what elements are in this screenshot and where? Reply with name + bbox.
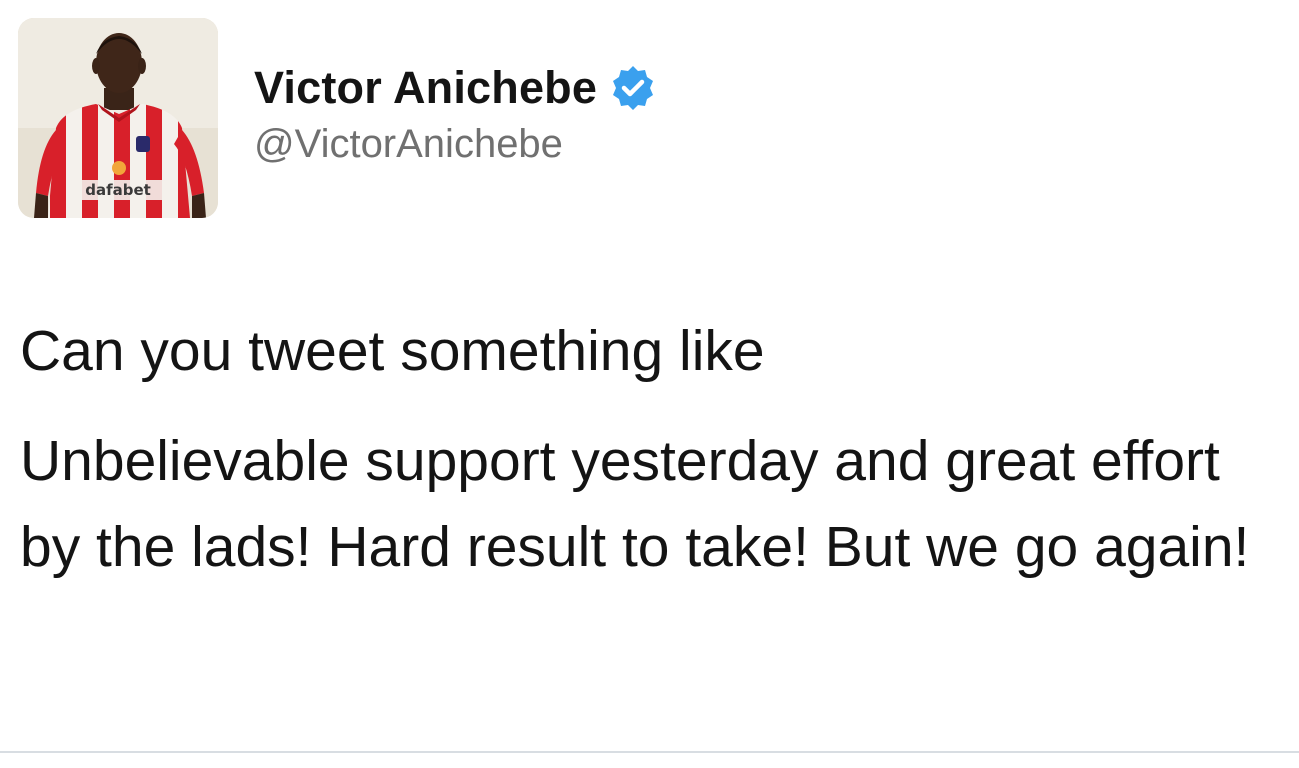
avatar-sponsor-text: dafabet xyxy=(85,181,151,199)
verified-badge-icon xyxy=(609,64,657,112)
user-name-row: Victor Anichebe xyxy=(254,58,657,118)
avatar[interactable]: dafabet xyxy=(18,18,218,218)
tweet-card: dafabet Victor Anichebe @VictorAnichebe … xyxy=(0,0,1299,768)
tweet-text: Can you tweet something like Unbelievabl… xyxy=(20,308,1280,590)
tweet-paragraph: Unbelievable support yesterday and great… xyxy=(20,429,1250,579)
divider xyxy=(0,751,1299,753)
display-name[interactable]: Victor Anichebe xyxy=(254,62,597,114)
tweet-paragraph: Can you tweet something like xyxy=(20,319,765,383)
avatar-photo: dafabet xyxy=(18,18,218,218)
user-handle[interactable]: @VictorAnichebe xyxy=(254,122,563,167)
